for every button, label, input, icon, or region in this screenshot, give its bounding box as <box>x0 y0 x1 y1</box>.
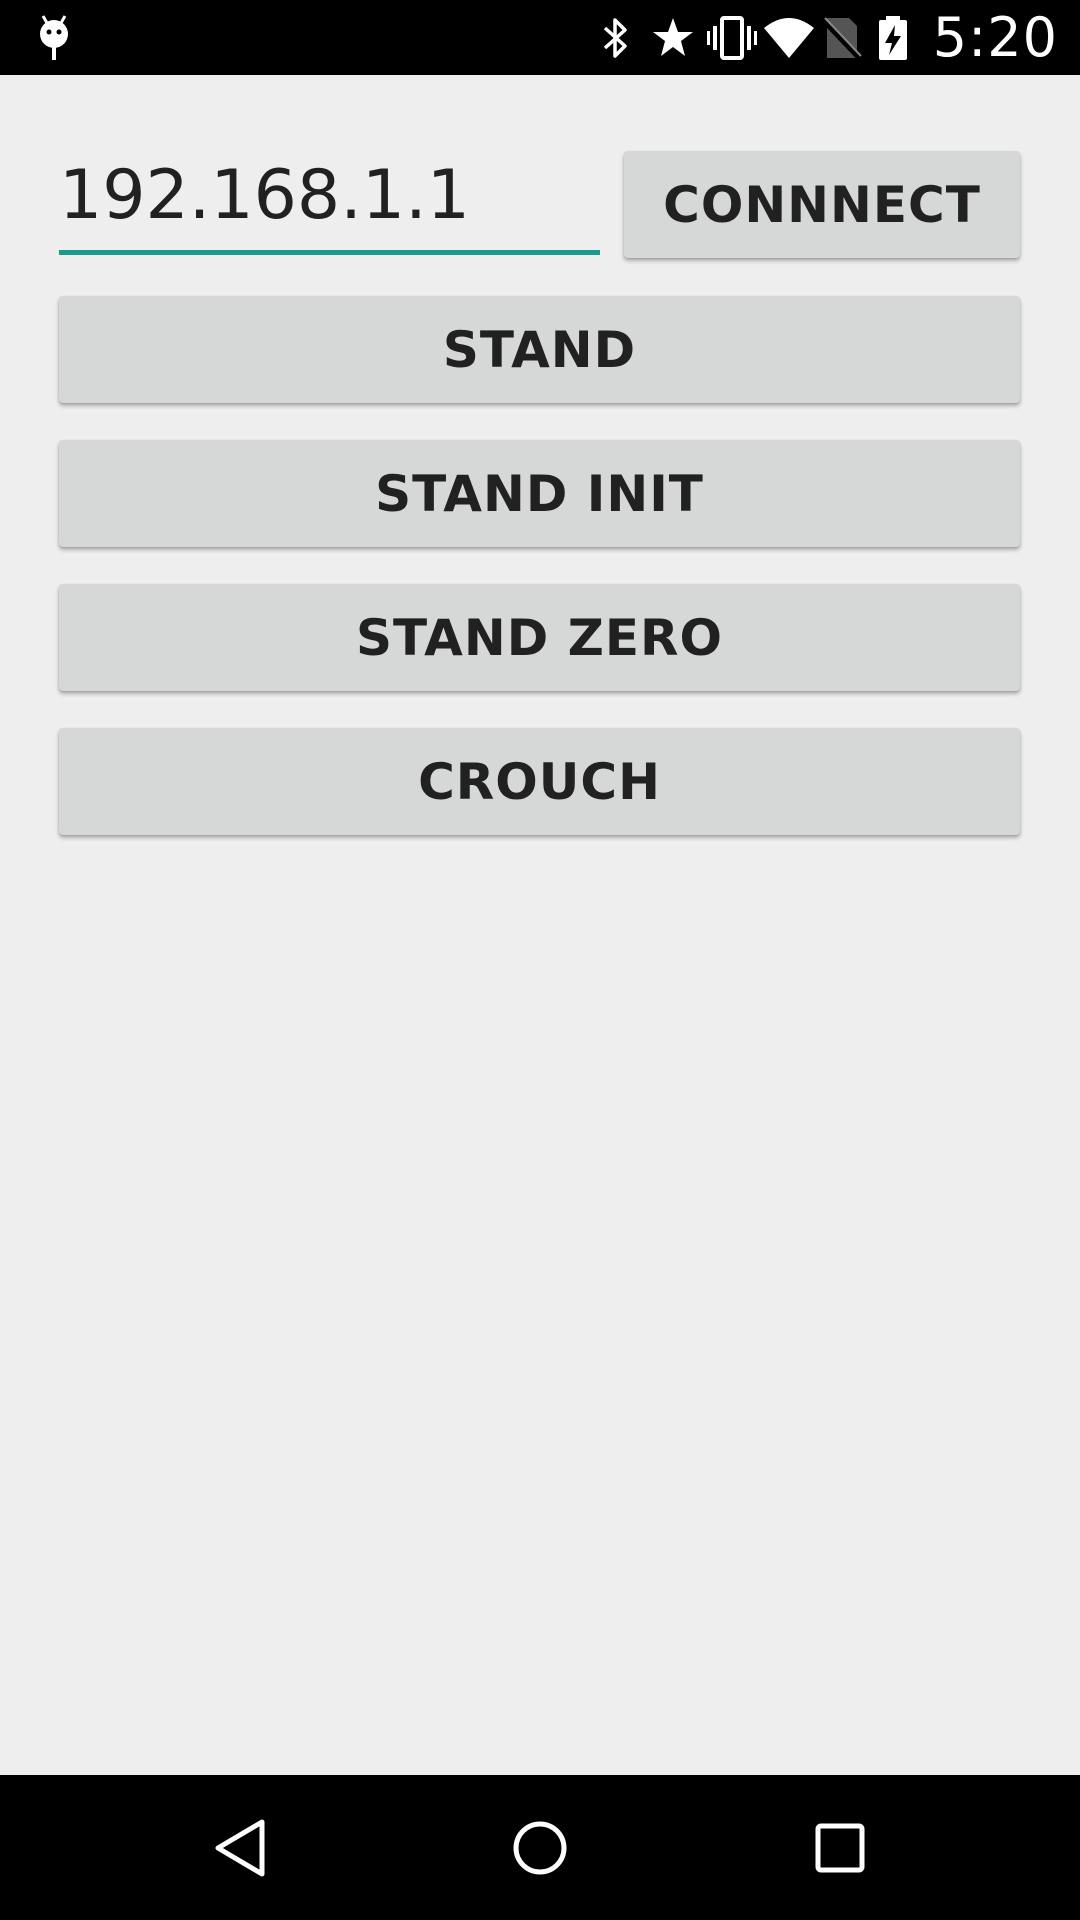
connect-button-label: CONNNECT <box>663 175 981 234</box>
stand-button-label: STAND <box>442 320 637 379</box>
status-icons: 5:20 <box>587 0 1058 75</box>
crouch-button[interactable]: CROUCH <box>59 728 1020 835</box>
star-icon <box>643 0 699 75</box>
ip-address-field[interactable] <box>59 146 600 258</box>
recents-icon <box>815 1823 865 1872</box>
status-time: 5:20 <box>932 6 1058 69</box>
crouch-button-label: CROUCH <box>418 752 661 811</box>
vibrate-icon <box>699 0 757 75</box>
home-button[interactable] <box>450 1775 630 1920</box>
navigation-bar <box>0 1775 1080 1920</box>
status-bar: 5:20 <box>0 0 1080 75</box>
no-sim-icon <box>811 0 867 75</box>
stand-button[interactable]: STAND <box>59 296 1020 403</box>
recents-button[interactable] <box>750 1775 930 1920</box>
battery-charging-icon <box>867 0 923 75</box>
connect-button[interactable]: CONNNECT <box>624 151 1020 258</box>
android-debug-icon <box>34 12 74 62</box>
ip-address-input[interactable] <box>59 146 600 246</box>
stand-init-button-label: STAND INIT <box>375 464 704 523</box>
back-icon <box>215 1819 265 1876</box>
stand-zero-button[interactable]: STAND ZERO <box>59 584 1020 691</box>
bluetooth-icon <box>587 0 643 75</box>
back-button[interactable] <box>150 1775 330 1920</box>
stand-init-button[interactable]: STAND INIT <box>59 440 1020 547</box>
stand-zero-button-label: STAND ZERO <box>355 608 724 667</box>
ip-input-underline <box>59 250 600 255</box>
app-screen: 5:20 CONNNECT STAND STAND INIT STAND ZER… <box>0 0 1080 1920</box>
home-icon <box>513 1821 567 1874</box>
wifi-icon <box>755 0 814 75</box>
